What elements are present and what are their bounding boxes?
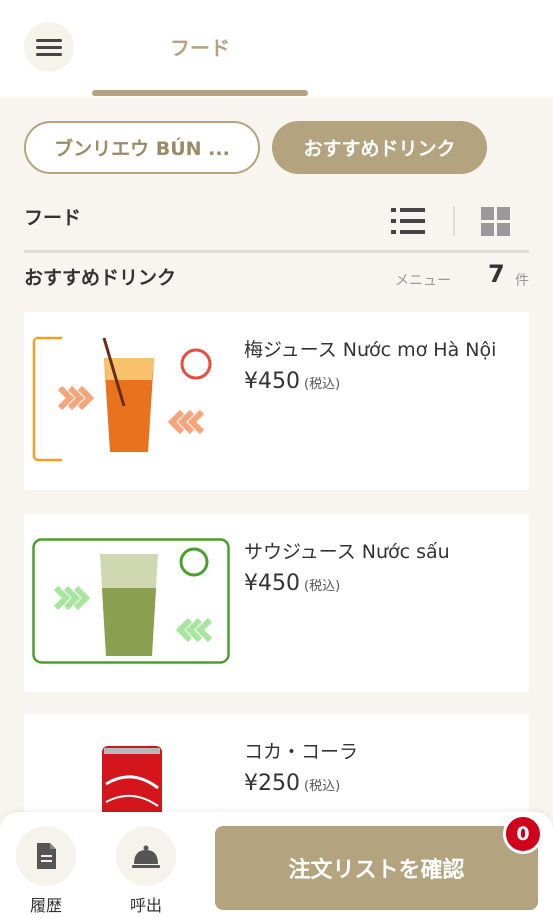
item-name: コカ・コーラ	[244, 741, 359, 763]
hamburger-menu-button[interactable]	[24, 22, 74, 72]
item-name: サウジュース Nước sấu	[244, 541, 450, 563]
menu-item-card[interactable]: サウジュース Nước sấu ¥450 (税込)	[24, 514, 529, 692]
plum-juice-image	[32, 336, 230, 462]
service-bell-icon	[132, 845, 160, 868]
category-pill-recommended-drinks[interactable]: おすすめドリンク	[272, 121, 487, 174]
document-icon	[37, 843, 56, 869]
item-name: 梅ジュース Nước mơ Hà Nội	[244, 339, 497, 361]
category-pill-bun-rieu[interactable]: ブンリエウ BÚN ...	[24, 121, 260, 174]
confirm-order-list-button[interactable]: 注文リストを確認	[215, 826, 538, 910]
category-title: おすすめドリンク	[24, 267, 177, 289]
history-button[interactable]	[16, 826, 76, 886]
bottom-bar: 履歴 呼出 注文リストを確認	[0, 812, 553, 918]
section-divider	[24, 250, 529, 253]
history-label: 履歴	[29, 896, 62, 915]
list-view-icon[interactable]	[391, 207, 425, 235]
section-title: フード	[24, 207, 82, 229]
call-staff-button[interactable]	[116, 826, 176, 886]
grid-view-icon[interactable]	[481, 207, 511, 237]
tab-active-indicator	[92, 90, 308, 96]
header: フード	[0, 0, 553, 97]
item-price: ¥450 (税込)	[244, 369, 341, 394]
cart-count-badge: 0	[503, 814, 543, 854]
hamburger-icon	[36, 39, 62, 42]
menu-count-label: メニュー	[395, 273, 451, 289]
item-price: ¥450 (税込)	[244, 571, 341, 596]
menu-item-card[interactable]: 梅ジュース Nước mơ Hà Nội ¥450 (税込)	[24, 312, 529, 490]
menu-count: 7	[488, 260, 505, 288]
tab-food[interactable]: フード	[92, 28, 308, 68]
item-price: ¥250 (税込)	[244, 771, 341, 796]
view-toggle-divider	[453, 206, 455, 236]
call-label: 呼出	[129, 896, 162, 915]
menu-count-unit: 件	[515, 273, 529, 289]
sau-juice-image	[32, 538, 230, 664]
